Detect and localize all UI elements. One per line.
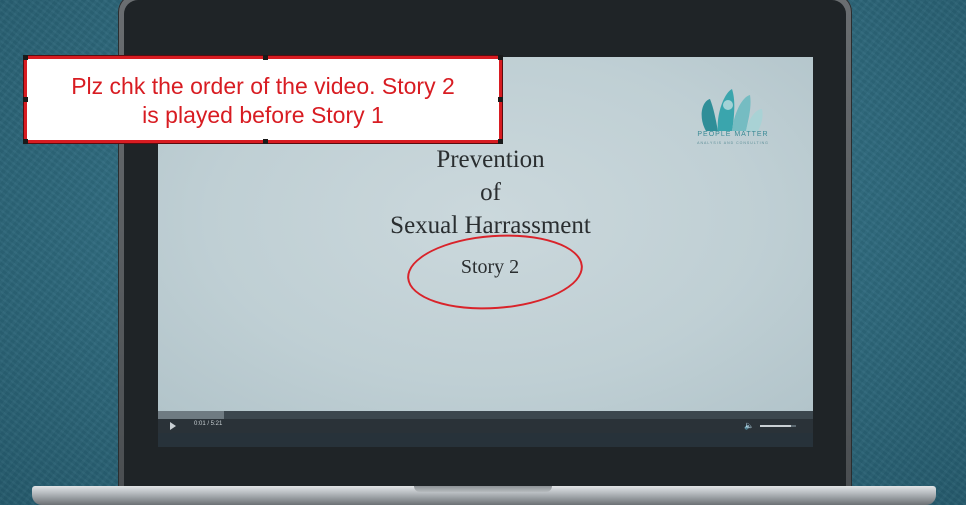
time-readout: 0:01 / 5:21 <box>194 421 223 427</box>
annotation-callout: Plz chk the order of the video. Story 2 … <box>23 55 503 144</box>
resize-handle[interactable] <box>263 139 268 144</box>
slide-title: Prevention of Sexual Harrassment <box>390 146 591 239</box>
volume-slider[interactable] <box>760 425 796 427</box>
resize-handle[interactable] <box>23 97 28 102</box>
play-icon[interactable] <box>170 422 176 430</box>
resize-handle[interactable] <box>498 97 503 102</box>
callout-line-2: is played before Story 1 <box>142 102 384 128</box>
resize-handle[interactable] <box>498 55 503 60</box>
people-matter-logo <box>701 89 763 131</box>
callout-line-1: Plz chk the order of the video. Story 2 <box>71 73 455 99</box>
laptop-notch <box>414 486 552 492</box>
video-progress-bar[interactable] <box>158 411 813 419</box>
resize-handle[interactable] <box>263 55 268 60</box>
logo-text: PEOPLE MATTER <box>697 131 769 138</box>
resize-handle[interactable] <box>23 55 28 60</box>
resize-handle[interactable] <box>23 139 28 144</box>
volume-icon[interactable]: 🔈 <box>744 422 754 430</box>
video-controls: 0:01 / 5:21 🔈 <box>158 419 813 433</box>
callout-text: Plz chk the order of the video. Story 2 … <box>27 72 499 130</box>
resize-handle[interactable] <box>498 139 503 144</box>
video-progress-fill <box>158 411 224 419</box>
volume-fill <box>760 425 791 427</box>
